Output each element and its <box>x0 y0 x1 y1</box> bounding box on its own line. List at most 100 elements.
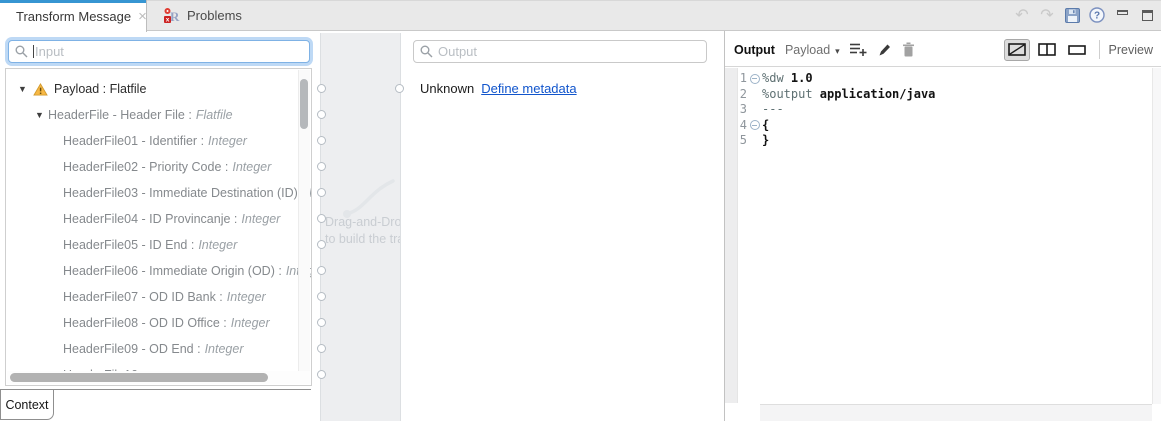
code-value: application/java <box>820 87 936 103</box>
code-value: { <box>762 118 769 134</box>
editor-vertical-scrollbar[interactable] <box>1152 68 1161 404</box>
define-metadata-link[interactable]: Define metadata <box>481 81 576 96</box>
question-mark-icon: ? <box>1089 7 1105 23</box>
tree-row-type: Integer <box>232 160 271 174</box>
view-button-split[interactable] <box>1004 39 1030 61</box>
tree-row[interactable]: ▼ HeaderFile - Header File : Flatfile <box>6 102 311 128</box>
tree-row[interactable]: HeaderFile01 - Identifier : Integer <box>6 128 311 154</box>
view-button-single[interactable] <box>1064 39 1090 61</box>
tree-row-label: HeaderFile03 - Immediate Destination (ID… <box>63 186 305 200</box>
mapping-anchor-input[interactable] <box>317 370 326 379</box>
tree-row[interactable]: HeaderFile08 - OD ID Office : Integer <box>6 310 311 336</box>
tree-row[interactable]: HeaderFile07 - OD ID Bank : Integer <box>6 284 311 310</box>
input-tree-panel: ▼ Payload : Flatfile ▼ HeaderFile - Head… <box>5 68 312 386</box>
tree-row-label: Payload : Flatfile <box>54 82 146 96</box>
output-search-placeholder: Output <box>438 44 477 59</box>
tree-row-label: HeaderFile04 - ID Provincanje : <box>63 212 237 226</box>
code-lines: 1 %dw 1.0 2 %output application/java 3 -… <box>725 71 1161 149</box>
mapping-anchor-input[interactable] <box>317 214 326 223</box>
tree-row-type: Integer <box>208 134 247 148</box>
tree-row-type: Integer <box>198 238 237 252</box>
expander-icon[interactable]: ▼ <box>18 84 31 94</box>
mapping-anchor-input[interactable] <box>317 84 326 93</box>
problems-icon: R x <box>163 7 180 24</box>
input-search-field[interactable]: Input <box>8 40 310 63</box>
tree-row-label: HeaderFile07 - OD ID Bank : <box>63 290 223 304</box>
tab-transform-message[interactable]: Transform Message × <box>0 0 147 32</box>
canvas-hint-clip: Drag-and-Drop to build the transformatio… <box>321 33 400 421</box>
tree-row[interactable]: HeaderFile02 - Priority Code : Integer <box>6 154 311 180</box>
dw-output-title: Output <box>734 43 775 57</box>
tree-horizontal-scrollbar[interactable] <box>7 371 310 384</box>
svg-text:R: R <box>170 9 180 24</box>
tab-label: Transform Message <box>16 9 131 24</box>
maximize-icon[interactable] <box>1138 6 1156 24</box>
output-search-field[interactable]: Output <box>413 40 707 63</box>
search-icon <box>15 45 28 58</box>
code-line[interactable]: 5 } <box>725 133 1161 149</box>
mapping-anchor-input[interactable] <box>317 344 326 353</box>
text-caret <box>33 45 34 58</box>
mapping-anchor-input[interactable] <box>317 266 326 275</box>
fold-minus-icon[interactable] <box>747 74 762 84</box>
tree-row[interactable]: HeaderFile06 - Immediate Origin (OD) : I… <box>6 258 311 284</box>
tab-problems[interactable]: R x Problems <box>147 0 258 31</box>
tree-row-type: Integer <box>231 316 270 330</box>
editor-horizontal-scrollbar[interactable] <box>760 404 1152 421</box>
code-line[interactable]: 3 --- <box>725 102 1161 118</box>
code-line[interactable]: 1 %dw 1.0 <box>725 71 1161 87</box>
input-search-placeholder: Input <box>35 44 64 59</box>
tree-row-type: Integer <box>205 342 244 356</box>
undo-icon[interactable]: ↶ <box>1013 6 1031 24</box>
tree-row[interactable]: HeaderFile09 - OD End : Integer <box>6 336 311 362</box>
close-icon[interactable]: × <box>138 9 147 24</box>
minimize-icon[interactable] <box>1113 6 1131 24</box>
tab-context[interactable]: Context <box>0 389 54 420</box>
chevron-down-icon: ▾ <box>835 46 840 56</box>
scrollbar-thumb[interactable] <box>300 79 308 129</box>
output-metadata-row: Unknown Define metadata <box>420 81 577 96</box>
preview-button[interactable]: Preview <box>1109 43 1153 57</box>
svg-text:?: ? <box>1094 11 1100 22</box>
code-line[interactable]: 4 { <box>725 118 1161 134</box>
mapping-anchor-input[interactable] <box>317 292 326 301</box>
mapping-anchor-input[interactable] <box>317 162 326 171</box>
edit-pencil-icon[interactable] <box>877 42 892 57</box>
tree-row-type: Flatfile <box>196 108 233 122</box>
mapping-anchor-input[interactable] <box>317 110 326 119</box>
tab-label: Problems <box>187 8 242 23</box>
code-value: } <box>762 133 769 149</box>
tree-row-label: HeaderFile - Header File : <box>48 108 192 122</box>
tree-row-label: HeaderFile01 - Identifier : <box>63 134 204 148</box>
tree-row[interactable]: HeaderFile04 - ID Provincanje : Integer <box>6 206 311 232</box>
context-tab-label: Context <box>5 398 48 412</box>
delete-trash-icon[interactable] <box>902 42 915 57</box>
line-number: 3 <box>725 102 747 118</box>
redo-icon[interactable]: ↷ <box>1038 6 1056 24</box>
tree-row-type: Integer <box>227 290 266 304</box>
view-button-columns[interactable] <box>1034 39 1060 61</box>
mapping-anchor-input[interactable] <box>317 318 326 327</box>
fold-minus-icon[interactable] <box>747 120 762 130</box>
code-line[interactable]: 2 %output application/java <box>725 87 1161 103</box>
tree-row[interactable]: ▼ Payload : Flatfile <box>6 76 311 102</box>
transform-canvas[interactable]: Drag-and-Drop to build the transformatio… <box>320 33 401 421</box>
dataweave-editor[interactable]: 1 %dw 1.0 2 %output application/java 3 -… <box>725 68 1161 421</box>
mapping-anchor-input[interactable] <box>317 136 326 145</box>
save-icon[interactable] <box>1063 6 1081 24</box>
tree-vertical-scrollbar[interactable] <box>298 70 310 372</box>
mapping-anchor-output[interactable] <box>395 84 404 93</box>
mapping-anchor-input[interactable] <box>317 240 326 249</box>
tree-row[interactable]: HeaderFile05 - ID End : Integer <box>6 232 311 258</box>
output-status: Unknown <box>420 81 474 96</box>
tree-row-label: HeaderFile05 - ID End : <box>63 238 194 252</box>
add-transformation-icon[interactable] <box>850 42 867 57</box>
code-directive: --- <box>762 102 784 118</box>
expander-icon[interactable]: ▼ <box>35 110 48 120</box>
tree-row[interactable]: HeaderFile03 - Immediate Destination (ID… <box>6 180 311 206</box>
mapping-anchor-input[interactable] <box>317 188 326 197</box>
dw-target-dropdown[interactable]: Payload▾ <box>785 43 840 57</box>
help-icon[interactable]: ? <box>1088 6 1106 24</box>
scrollbar-thumb[interactable] <box>10 373 268 382</box>
input-tree: ▼ Payload : Flatfile ▼ HeaderFile - Head… <box>6 76 311 386</box>
